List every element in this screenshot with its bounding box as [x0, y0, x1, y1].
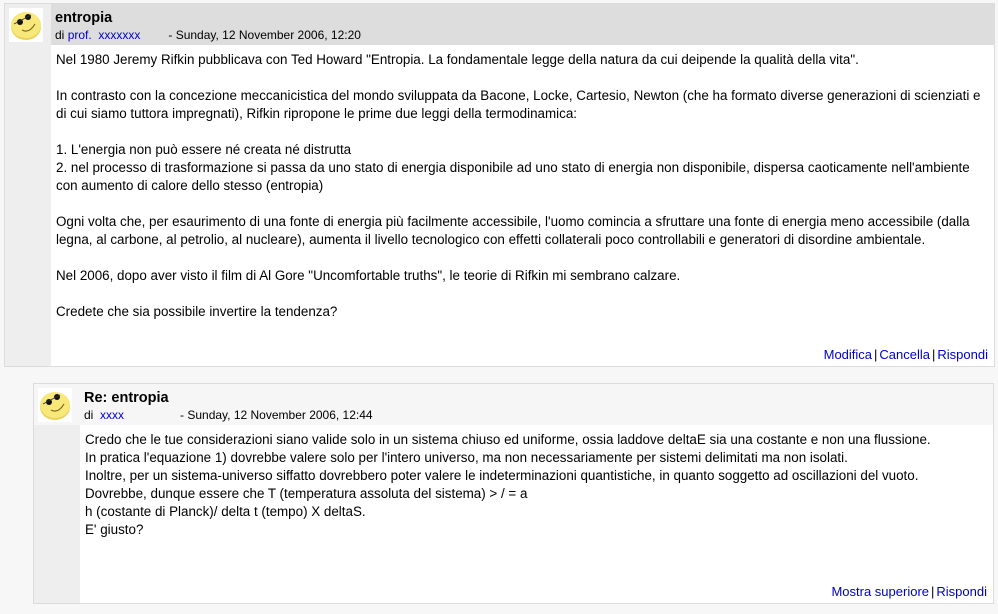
reply-link[interactable]: Rispondi	[937, 347, 988, 362]
separator: |	[931, 584, 935, 599]
post-date: - Sunday, 12 November 2006, 12:20	[168, 28, 361, 42]
post-line: Dovrebbe, dunque essere che T (temperatu…	[85, 486, 528, 501]
post-paragraph: In contrasto con la concezione meccanici…	[56, 88, 981, 121]
post-line: E' giusto?	[85, 522, 144, 537]
post-body: Credo che le tue considerazioni siano va…	[80, 425, 993, 579]
post-line: Credo che le tue considerazioni siano va…	[85, 432, 931, 447]
separator: |	[874, 347, 878, 362]
author-link[interactable]: prof. xxxxxxx	[68, 28, 141, 42]
post-line: Inoltre, per un sistema-universo siffatt…	[85, 468, 919, 483]
post-subject: Re: entropia	[84, 390, 169, 406]
post-paragraph: Nel 1980 Jeremy Rifkin pubblicava con Te…	[56, 52, 859, 67]
post-commands: Modifica | Cancella | Rispondi	[51, 342, 994, 366]
post-line: In pratica l'equazione 1) dovrebbe valer…	[85, 450, 848, 465]
post-header: Re: entropia di xxxx - Sunday, 12 Novembe…	[80, 384, 993, 425]
post-body: Nel 1980 Jeremy Rifkin pubblicava con Te…	[51, 45, 994, 342]
post-byline: di prof. xxxxxxx - Sunday, 12 November 20…	[55, 27, 990, 43]
post-date: - Sunday, 12 November 2006, 12:44	[180, 408, 373, 422]
post-header: entropia di prof. xxxxxxx - Sunday, 12 No…	[51, 4, 994, 45]
by-prefix: di	[55, 28, 65, 42]
delete-link[interactable]: Cancella	[879, 347, 930, 362]
left-column	[34, 579, 80, 603]
post-paragraph: Ogni volta che, per esaurimento di una f…	[56, 214, 970, 247]
post-paragraph: Credete che sia possibile invertire la t…	[56, 304, 338, 319]
smiley-face-icon	[38, 388, 72, 422]
forum-reply-post: Re: entropia di xxxx - Sunday, 12 Novembe…	[33, 383, 994, 604]
edit-link[interactable]: Modifica	[824, 347, 872, 362]
forum-post: entropia di prof. xxxxxxx - Sunday, 12 No…	[4, 3, 995, 367]
left-column	[5, 45, 51, 342]
post-commands: Mostra superiore | Rispondi	[80, 579, 993, 603]
show-parent-link[interactable]: Mostra superiore	[831, 584, 929, 599]
separator: |	[932, 347, 936, 362]
post-line: h (costante di Planck)/ delta t (tempo) …	[85, 504, 366, 519]
smiley-face-icon	[9, 8, 43, 42]
post-paragraph: 1. L'energia non può essere né creata né…	[56, 142, 970, 193]
post-subject: entropia	[55, 10, 113, 26]
left-column	[34, 425, 80, 579]
avatar-cell	[34, 384, 80, 425]
avatar-cell	[5, 4, 51, 45]
post-byline: di xxxx - Sunday, 12 November 2006, 12:44	[84, 407, 989, 423]
by-prefix: di	[84, 408, 94, 422]
author-link[interactable]: xxxx	[100, 408, 124, 422]
left-column	[5, 342, 51, 366]
reply-link[interactable]: Rispondi	[936, 584, 987, 599]
post-paragraph: Nel 2006, dopo aver visto il film di Al …	[56, 268, 681, 283]
